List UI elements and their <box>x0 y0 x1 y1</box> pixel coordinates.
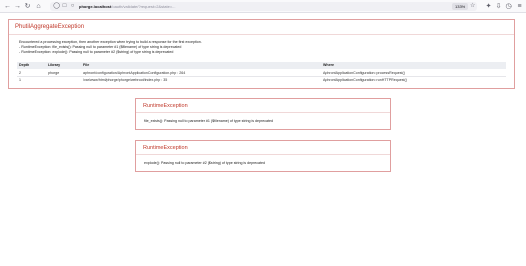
menu-icon[interactable]: ≡ <box>515 2 524 11</box>
forward-icon[interactable]: → <box>13 2 22 11</box>
runtime-exception-panel: RuntimeException file_exists(): Passing … <box>135 98 391 130</box>
trace-where: AphrontApplicationConfiguration::runHTTP… <box>323 78 407 82</box>
exception-message-line: Encountered a processing exception, then… <box>19 40 202 44</box>
runtime-exception-panel: RuntimeException explode(): Passing null… <box>135 140 391 172</box>
exception-message: explode(): Passing null to parameter #2 … <box>144 161 266 165</box>
bookmark-star-icon[interactable]: ☆ <box>470 2 475 11</box>
table-row: 1 /var/www/html/phorge/phorge/webroot/in… <box>17 77 506 83</box>
divider <box>136 112 390 113</box>
back-icon[interactable]: ← <box>3 2 12 11</box>
downloads-icon[interactable]: ⇩ <box>494 2 503 11</box>
divider <box>9 34 514 35</box>
address-bar[interactable]: ◯ □ ○ phorge.localhost/oauth/validate/?r… <box>50 2 477 11</box>
exception-message-line: - RuntimeException: explode(): Passing n… <box>19 50 174 54</box>
trace-file: /var/www/html/phorge/phorge/webroot/inde… <box>83 78 168 82</box>
shield-icon[interactable]: ◯ <box>53 2 60 11</box>
trace-depth: 1 <box>19 78 21 82</box>
divider <box>136 154 390 155</box>
exception-title: RuntimeException <box>143 103 188 109</box>
zoom-indicator[interactable]: 133% <box>452 3 469 10</box>
exception-message: file_exists(): Passing null to parameter… <box>144 119 274 123</box>
history-icon[interactable]: ◷ <box>504 2 513 11</box>
reload-icon[interactable]: ↻ <box>23 2 32 11</box>
lock-icon[interactable]: ○ <box>69 2 76 11</box>
stack-trace-header: Depth Library File Where <box>17 62 506 69</box>
exception-title: PhutilAggregateException <box>15 24 85 30</box>
home-icon[interactable]: ⌂ <box>34 2 43 11</box>
url-host: phorge.localhost <box>79 4 112 9</box>
page-info-icon[interactable]: □ <box>61 2 68 11</box>
aggregate-exception-panel: PhutilAggregateException Encountered a p… <box>8 19 515 89</box>
column-header-depth: Depth <box>19 63 30 67</box>
browser-toolbar: ← → ↻ ⌂ ◯ □ ○ phorge.localhost/oauth/val… <box>0 0 526 13</box>
column-header-file: File <box>83 63 90 67</box>
url-text[interactable]: phorge.localhost/oauth/validate/?request… <box>79 2 176 11</box>
exception-message-line: - RuntimeException: file_exists(): Passi… <box>19 45 182 49</box>
column-header-where: Where <box>323 63 334 67</box>
url-path: /oauth/validate/?request=2&state=... <box>111 4 176 9</box>
extensions-icon[interactable]: ✦ <box>484 2 493 11</box>
exception-title: RuntimeException <box>143 145 188 151</box>
column-header-library: Library <box>48 63 61 67</box>
